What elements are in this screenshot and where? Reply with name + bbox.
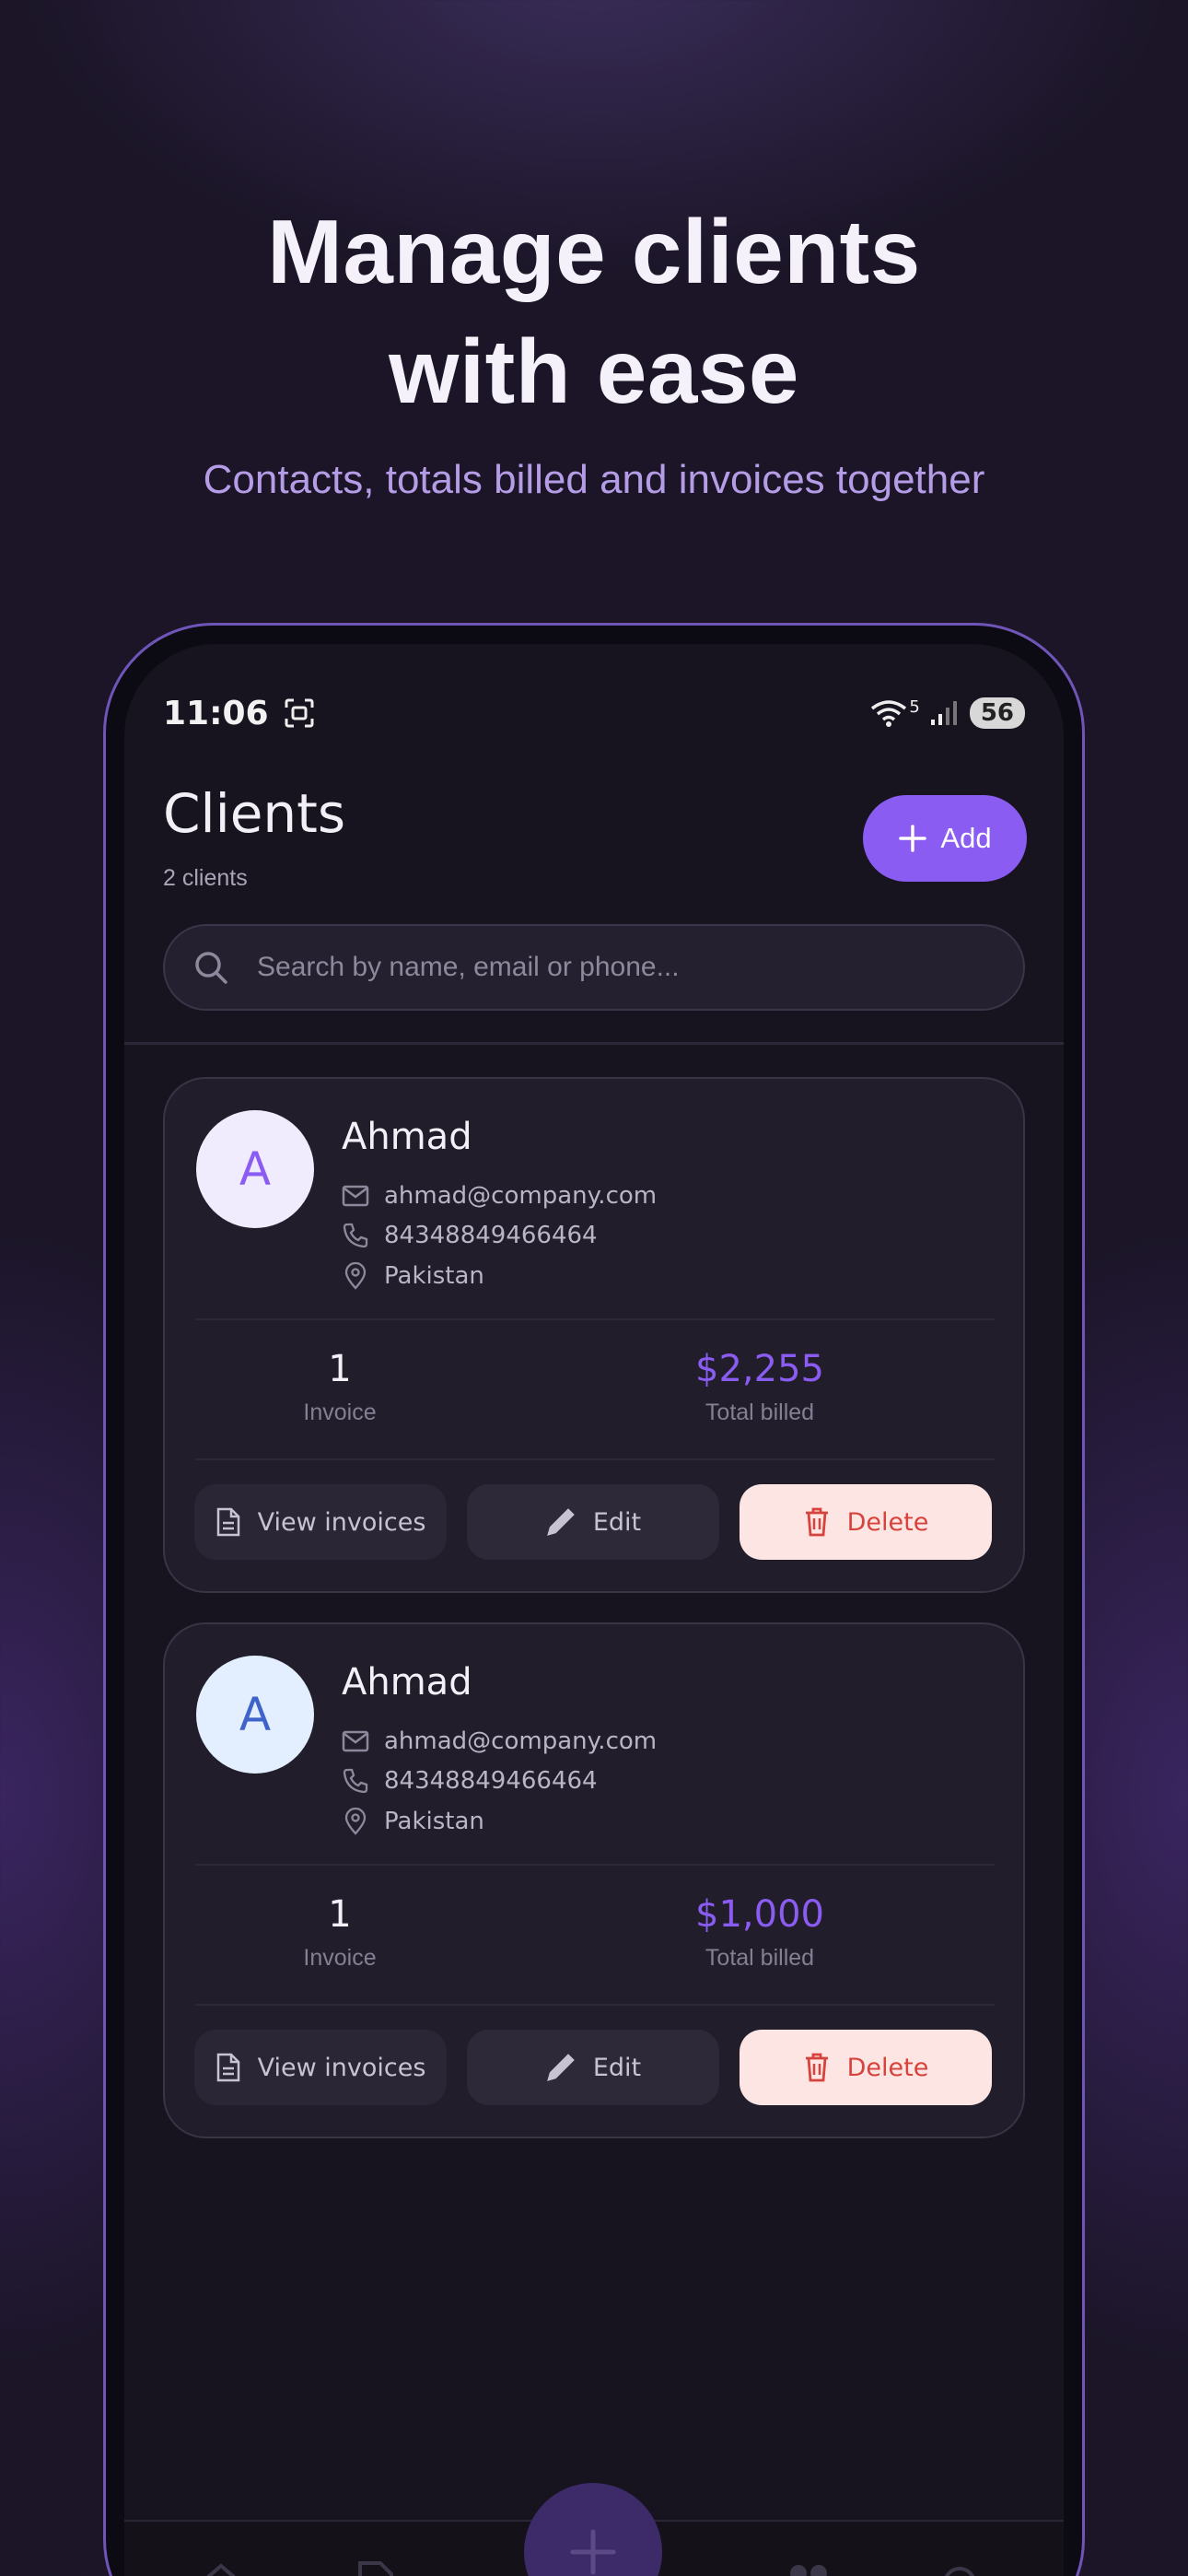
client-count: 2 clients <box>163 865 248 891</box>
view-invoices-button[interactable]: View invoices <box>194 1484 447 1560</box>
status-time-group: 11:06 <box>163 695 315 732</box>
battery-indicator: 56 <box>969 697 1025 729</box>
location-pin-icon <box>344 1262 367 1290</box>
status-bar: 11:06 5 56 <box>163 690 1025 736</box>
wifi-icon <box>871 700 907 727</box>
total-billed-value: $2,255 <box>695 1348 824 1390</box>
avatar: A <box>196 1110 314 1228</box>
status-time: 11:06 <box>163 694 269 732</box>
client-country: Pakistan <box>384 1808 484 1835</box>
edit-button[interactable]: Edit <box>467 2030 719 2105</box>
plus-icon <box>570 2529 616 2575</box>
client-email: ahmad@company.com <box>384 1727 658 1755</box>
search-bar[interactable] <box>163 924 1025 1011</box>
client-email-row: ahmad@company.com <box>342 1182 657 1210</box>
phone-icon <box>343 1768 368 1794</box>
delete-button[interactable]: Delete <box>740 2030 992 2105</box>
search-icon <box>195 952 227 984</box>
client-phone-row: 84348849466464 <box>342 1222 598 1249</box>
total-billed-label: Total billed <box>705 1945 815 1971</box>
invoice-label: Invoice <box>303 1399 377 1425</box>
actions-divider <box>196 2004 996 2006</box>
invoices-nav-icon[interactable] <box>351 2558 401 2576</box>
actions-divider <box>196 1458 996 1460</box>
document-icon <box>216 1507 239 1537</box>
phone-icon <box>343 1223 368 1248</box>
status-right: 5 56 <box>870 697 1025 729</box>
edit-label: Edit <box>592 1507 642 1537</box>
delete-button[interactable]: Delete <box>740 1484 992 1560</box>
view-invoices-label: View invoices <box>257 2053 426 2082</box>
client-country: Pakistan <box>384 1262 484 1290</box>
add-client-button[interactable]: Add <box>863 795 1027 882</box>
trash-icon <box>805 1507 828 1537</box>
client-card: A Ahmad ahmad@company.com 84348849466464… <box>163 1622 1025 2138</box>
total-billed-value: $1,000 <box>695 1893 824 1936</box>
hero-title-line1: Manage clients <box>267 201 921 302</box>
home-icon[interactable] <box>196 2558 246 2576</box>
header-divider <box>124 1042 1064 1045</box>
client-phone-row: 84348849466464 <box>342 1767 598 1795</box>
trash-icon <box>805 2053 828 2082</box>
plus-icon <box>899 825 927 852</box>
invoice-label: Invoice <box>303 1945 377 1971</box>
document-icon <box>216 2053 239 2082</box>
add-button-label: Add <box>940 822 992 854</box>
wifi-badge: 5 <box>909 697 920 717</box>
client-name: Ahmad <box>342 1661 472 1704</box>
delete-label: Delete <box>846 2053 929 2082</box>
mail-icon <box>342 1730 369 1752</box>
phone-frame: 11:06 5 56 Clients 2 clients Add Search … <box>103 623 1085 2576</box>
client-country-row: Pakistan <box>342 1262 484 1290</box>
stats-divider <box>196 1318 996 1320</box>
search-input[interactable] <box>257 952 957 983</box>
pencil-icon <box>547 1508 575 1536</box>
client-card: A Ahmad ahmad@company.com 84348849466464… <box>163 1077 1025 1593</box>
view-invoices-button[interactable]: View invoices <box>194 2030 447 2105</box>
hero-title: Manage clients with ease <box>0 192 1188 431</box>
client-phone: 84348849466464 <box>384 1222 598 1249</box>
signal-icon <box>930 701 957 725</box>
client-email-row: ahmad@company.com <box>342 1727 657 1755</box>
stats-divider <box>196 1864 996 1866</box>
client-phone: 84348849466464 <box>384 1767 598 1795</box>
screen-capture-icon <box>285 698 314 728</box>
clients-nav-icon[interactable] <box>780 2558 835 2576</box>
view-invoices-label: View invoices <box>257 1507 426 1537</box>
delete-label: Delete <box>846 1507 929 1537</box>
edit-button[interactable]: Edit <box>467 1484 719 1560</box>
hero-subtitle: Contacts, totals billed and invoices tog… <box>203 457 985 502</box>
hero-title-line2: with ease <box>389 321 799 422</box>
invoice-count: 1 <box>328 1893 352 1936</box>
settings-nav-icon[interactable] <box>935 2558 984 2576</box>
page-title: Clients <box>163 782 346 845</box>
invoice-count: 1 <box>328 1348 352 1390</box>
client-name: Ahmad <box>342 1116 472 1158</box>
client-country-row: Pakistan <box>342 1808 484 1835</box>
location-pin-icon <box>344 1808 367 1835</box>
create-fab-button[interactable] <box>524 2483 662 2576</box>
client-email: ahmad@company.com <box>384 1182 658 1210</box>
total-billed-label: Total billed <box>705 1399 815 1425</box>
edit-label: Edit <box>592 2053 642 2082</box>
phone-screen: 11:06 5 56 Clients 2 clients Add Search … <box>124 644 1064 2576</box>
mail-icon <box>342 1185 369 1207</box>
avatar: A <box>196 1656 314 1774</box>
pencil-icon <box>547 2054 575 2081</box>
